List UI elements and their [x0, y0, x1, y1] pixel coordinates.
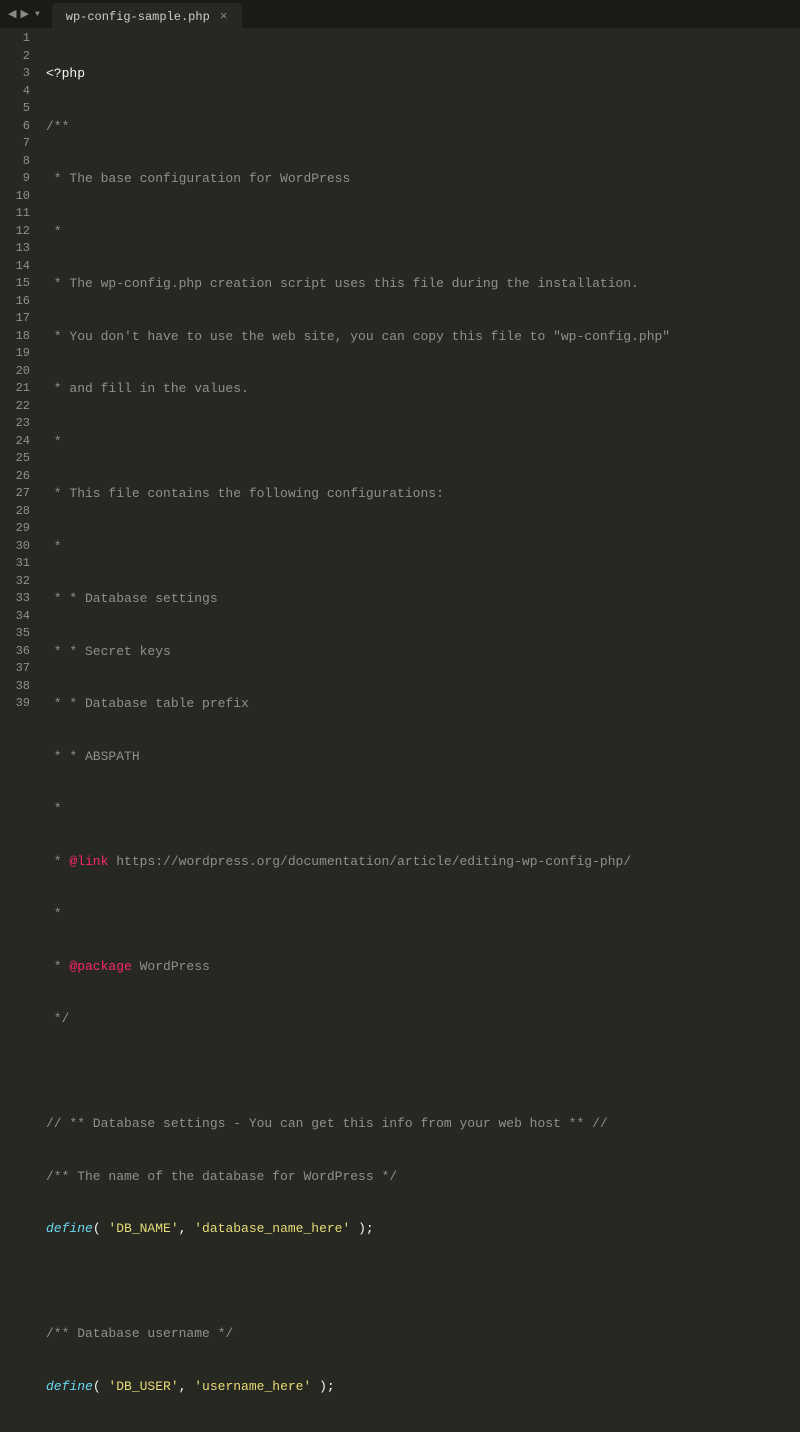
line-number: 32 — [6, 573, 30, 591]
line-number: 5 — [6, 100, 30, 118]
line-number: 19 — [6, 345, 30, 363]
nav-back-icon[interactable]: ◀ — [8, 7, 16, 21]
code-area[interactable]: <?php /** * The base configuration for W… — [40, 28, 670, 716]
comment: /** The name of the database for WordPre… — [46, 1169, 397, 1184]
comment: * and fill in the values. — [46, 381, 249, 396]
close-icon[interactable]: × — [220, 9, 228, 24]
line-number: 8 — [6, 153, 30, 171]
line-number: 4 — [6, 83, 30, 101]
comment: */ — [46, 1011, 69, 1026]
comment: * — [46, 959, 69, 974]
punct: , — [179, 1221, 195, 1236]
line-number: 7 — [6, 135, 30, 153]
tab-filename: wp-config-sample.php — [66, 10, 210, 24]
comment: /** — [46, 119, 69, 134]
comment: * You don't have to use the web site, yo… — [46, 329, 670, 344]
string: 'username_here' — [194, 1379, 311, 1394]
nav-controls: ◀ ▶ ▼ — [8, 7, 40, 21]
line-number: 38 — [6, 678, 30, 696]
comment: WordPress — [132, 959, 210, 974]
comment: // ** Database settings - You can get th… — [46, 1116, 608, 1131]
line-number: 21 — [6, 380, 30, 398]
comment: * — [46, 801, 62, 816]
line-number: 24 — [6, 433, 30, 451]
line-number: 10 — [6, 188, 30, 206]
tab-bar: wp-config-sample.php × — [52, 0, 242, 28]
line-number: 34 — [6, 608, 30, 626]
string: 'database_name_here' — [194, 1221, 350, 1236]
line-number: 31 — [6, 555, 30, 573]
editor: 1234567891011121314151617181920212223242… — [0, 28, 800, 716]
line-number: 27 — [6, 485, 30, 503]
punct: ( — [93, 1221, 109, 1236]
doc-link: https://wordpress.org/documentation/arti… — [116, 854, 631, 869]
doc-tag: @package — [69, 959, 131, 974]
punct: ); — [350, 1221, 373, 1236]
line-number: 1 — [6, 30, 30, 48]
line-number: 28 — [6, 503, 30, 521]
line-number: 25 — [6, 450, 30, 468]
comment: * The base configuration for WordPress — [46, 171, 350, 186]
doc-tag: @link — [69, 854, 108, 869]
line-number: 11 — [6, 205, 30, 223]
comment: * — [46, 854, 69, 869]
line-number: 23 — [6, 415, 30, 433]
comment: /** Database username */ — [46, 1326, 233, 1341]
file-tab[interactable]: wp-config-sample.php × — [52, 3, 242, 29]
comment: * — [46, 434, 62, 449]
line-number: 15 — [6, 275, 30, 293]
comment: * * Database settings — [46, 591, 218, 606]
line-number: 3 — [6, 65, 30, 83]
line-number: 20 — [6, 363, 30, 381]
comment: * * Database table prefix — [46, 696, 249, 711]
comment: * The wp-config.php creation script uses… — [46, 276, 639, 291]
line-number: 39 — [6, 695, 30, 713]
line-number: 14 — [6, 258, 30, 276]
punct: , — [179, 1379, 195, 1394]
nav-forward-icon[interactable]: ▶ — [20, 7, 28, 21]
line-number: 22 — [6, 398, 30, 416]
line-number: 26 — [6, 468, 30, 486]
php-open-tag: <?php — [46, 66, 85, 81]
punct: ( — [93, 1379, 109, 1394]
comment: * This file contains the following confi… — [46, 486, 444, 501]
comment: * * ABSPATH — [46, 749, 140, 764]
punct: ); — [311, 1379, 334, 1394]
nav-down-icon[interactable]: ▼ — [35, 10, 40, 19]
line-number: 12 — [6, 223, 30, 241]
string: 'DB_NAME' — [108, 1221, 178, 1236]
line-number: 35 — [6, 625, 30, 643]
keyword: define — [46, 1379, 93, 1394]
keyword: define — [46, 1221, 93, 1236]
string: 'DB_USER' — [108, 1379, 178, 1394]
line-number: 18 — [6, 328, 30, 346]
line-number: 37 — [6, 660, 30, 678]
line-number: 33 — [6, 590, 30, 608]
line-number: 13 — [6, 240, 30, 258]
line-number: 2 — [6, 48, 30, 66]
titlebar: ◀ ▶ ▼ wp-config-sample.php × — [0, 0, 800, 28]
line-number: 16 — [6, 293, 30, 311]
comment: * — [46, 906, 62, 921]
line-number: 36 — [6, 643, 30, 661]
line-number: 6 — [6, 118, 30, 136]
comment: * — [46, 224, 62, 239]
line-number-gutter: 1234567891011121314151617181920212223242… — [0, 28, 40, 716]
line-number: 17 — [6, 310, 30, 328]
line-number: 9 — [6, 170, 30, 188]
comment — [108, 854, 116, 869]
line-number: 29 — [6, 520, 30, 538]
comment: * — [46, 539, 62, 554]
comment: * * Secret keys — [46, 644, 171, 659]
line-number: 30 — [6, 538, 30, 556]
